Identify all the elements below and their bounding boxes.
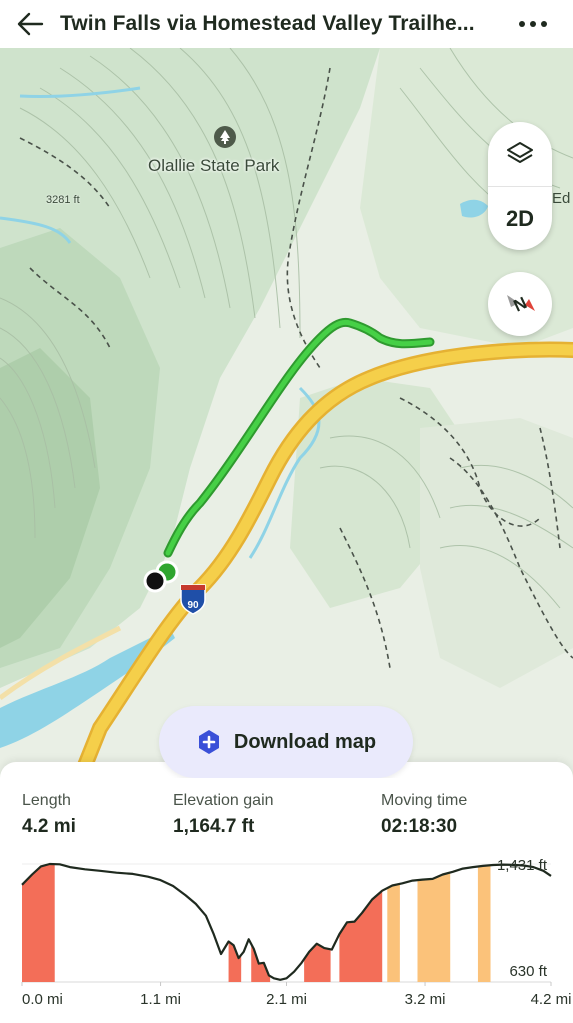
x-tick-label-2: 1.1 mi <box>140 991 181 1008</box>
map-controls: 2D <box>488 122 552 250</box>
elevation-profile-line <box>21 862 552 981</box>
stat-elevation-gain: Elevation gain 1,164.7 ft <box>173 792 274 838</box>
elevation-profile-svg: 1,431 ft 630 ft 0.0 mi 1.1 mi 2.1 mi 3.2 mi 4.… <box>21 857 572 1008</box>
grade-segment-6 <box>387 883 400 982</box>
grade-segment-1 <box>22 864 55 982</box>
stat-length: Length 4.2 mi <box>22 792 76 838</box>
x-tick-label-5: 4.2 mi <box>531 991 572 1008</box>
park-label: Olallie State Park <box>148 156 280 175</box>
grade-segment-5 <box>339 890 383 982</box>
more-horizontal-icon <box>519 21 547 27</box>
y-tick-label-max: 1,431 ft <box>497 857 548 874</box>
edge-place-label: Ed <box>552 190 571 207</box>
download-map-label: Download map <box>233 730 377 753</box>
moving-time-label: Moving time <box>381 792 468 809</box>
back-button[interactable] <box>0 0 60 48</box>
y-tick-label-min: 630 ft <box>509 963 547 980</box>
toggle-2d-button[interactable]: 2D <box>488 187 552 250</box>
length-value: 4.2 mi <box>22 816 76 837</box>
x-tick-label-1: 0.0 mi <box>22 991 63 1008</box>
page-title: Twin Falls via Homestead Valley Trailhe.… <box>60 12 475 35</box>
trail-stats-sheet[interactable]: Length 4.2 mi Elevation gain 1,164.7 ft … <box>0 762 573 1023</box>
grade-segment-7 <box>417 872 451 982</box>
layers-icon <box>507 142 533 163</box>
length-label: Length <box>22 792 71 809</box>
peak-elevation-label: 3281 ft <box>46 194 80 206</box>
compass-icon: N <box>507 293 535 316</box>
grade-segment-4 <box>304 944 331 982</box>
compass-button[interactable]: N <box>488 272 552 336</box>
layers-button[interactable] <box>488 122 552 186</box>
grade-segment-8 <box>477 865 491 982</box>
highway-shield-label: 90 <box>187 600 199 611</box>
svg-text:N: N <box>511 293 530 315</box>
elevation-gain-label: Elevation gain <box>173 792 274 809</box>
trail-map[interactable]: 90 Olallie State Park 3281 ft Ed 2D N Do… <box>0 48 573 778</box>
moving-time-value: 02:18:30 <box>381 816 458 837</box>
top-app-bar: Twin Falls via Homestead Valley Trailhe.… <box>0 0 573 48</box>
stat-moving-time: Moving time 02:18:30 <box>381 792 467 838</box>
arrow-left-icon <box>17 12 44 36</box>
elevation-chart[interactable]: 1,431 ft 630 ft 0.0 mi 1.1 mi 2.1 mi 3.2 mi 4.… <box>0 846 573 1023</box>
elevation-gain-value: 1,164.7 ft <box>173 816 255 837</box>
park-icon <box>214 126 236 148</box>
x-tick-label-4: 3.2 mi <box>405 991 446 1008</box>
download-map-button[interactable]: Download map <box>159 706 413 778</box>
more-options-button[interactable] <box>513 6 553 42</box>
download-badge-icon <box>198 730 219 754</box>
x-tick-label-3: 2.1 mi <box>266 991 307 1008</box>
